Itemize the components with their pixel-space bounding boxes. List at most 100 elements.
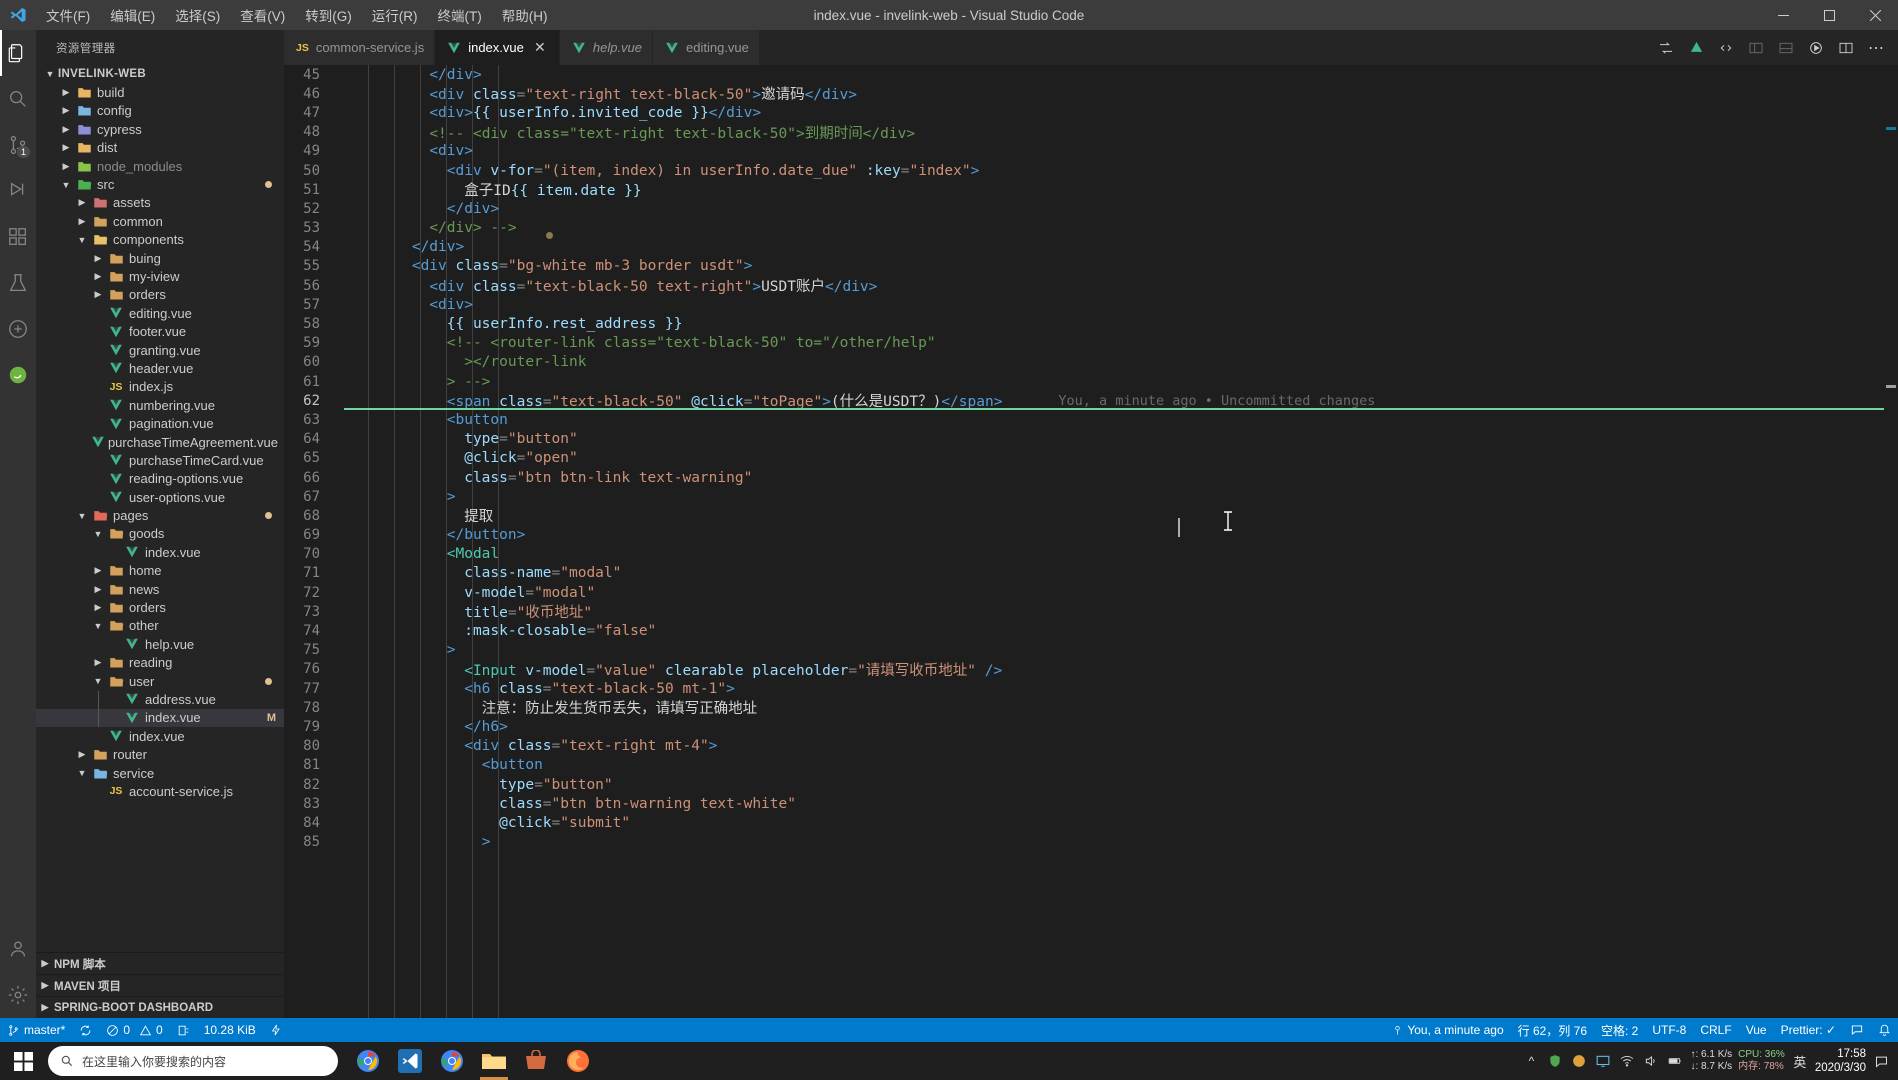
- tray-notifications-icon[interactable]: [1872, 1042, 1890, 1080]
- tree-item-user[interactable]: ▼ user: [36, 672, 284, 690]
- status-git-blame[interactable]: You, a minute ago: [1385, 1018, 1510, 1042]
- code-line-49[interactable]: 49 <div>: [284, 142, 1898, 161]
- code-line-56[interactable]: 56 <div class="text-black-50 text-right"…: [284, 276, 1898, 296]
- code-line-64[interactable]: 64 type="button": [284, 430, 1898, 449]
- code-line-71[interactable]: 71 class-name="modal": [284, 564, 1898, 583]
- code-line-65[interactable]: 65 @click="open": [284, 449, 1898, 468]
- code-line-84[interactable]: 84 @click="submit": [284, 813, 1898, 832]
- status-problems[interactable]: 0 0: [99, 1018, 169, 1042]
- code-line-76[interactable]: 76 <Input v-model="value" clearable plac…: [284, 660, 1898, 679]
- tree-item-purchasetimeagreement-vue[interactable]: purchaseTimeAgreement.vue: [36, 433, 284, 451]
- taskbar-search-input[interactable]: 在这里输入你要搜索的内容: [48, 1046, 338, 1076]
- tree-item-index-vue[interactable]: index.vue: [36, 543, 284, 561]
- tray-volume-icon[interactable]: [1642, 1042, 1660, 1080]
- extensions-icon[interactable]: [0, 214, 36, 260]
- split-left-icon[interactable]: [1742, 30, 1770, 65]
- tree-item-header-vue[interactable]: header.vue: [36, 359, 284, 377]
- code-line-77[interactable]: 77 <h6 class="text-black-50 mt-1">: [284, 679, 1898, 698]
- tray-expand-icon[interactable]: ^: [1522, 1042, 1540, 1080]
- start-button-icon[interactable]: [0, 1042, 46, 1080]
- code-line-57[interactable]: 57 <div>: [284, 295, 1898, 314]
- tree-item-granting-vue[interactable]: granting.vue: [36, 341, 284, 359]
- tree-item-account-service-js[interactable]: JS account-service.js: [36, 782, 284, 800]
- tree-item-reading[interactable]: ▶ reading: [36, 654, 284, 672]
- tree-root-invelink-web[interactable]: ▼ INVELINK-WEB: [36, 65, 284, 83]
- vetur-icon[interactable]: [1682, 30, 1710, 65]
- section-maven-projects[interactable]: ▶ MAVEN 项目: [36, 974, 284, 996]
- menu-terminal[interactable]: 终端(T): [428, 1, 492, 29]
- code-line-54[interactable]: 54 </div>: [284, 238, 1898, 257]
- tree-item-common[interactable]: ▶ common: [36, 212, 284, 230]
- code-line-61[interactable]: 61 > -->: [284, 372, 1898, 391]
- code-line-73[interactable]: 73 title="收币地址": [284, 602, 1898, 622]
- code-line-78[interactable]: 78 注意：防止发生货币丢失，请填写正确地址: [284, 698, 1898, 718]
- status-eol[interactable]: CRLF: [1693, 1018, 1738, 1042]
- status-cursor-position[interactable]: 行 62，列 76: [1511, 1018, 1594, 1042]
- taskbar-clock[interactable]: 17:58 2020/3/30: [1815, 1047, 1866, 1075]
- run-debug-icon[interactable]: [0, 168, 36, 214]
- code-line-63[interactable]: 63 <button: [284, 410, 1898, 429]
- tree-item-address-vue[interactable]: address.vue: [36, 690, 284, 708]
- status-feedback-icon[interactable]: [1843, 1018, 1871, 1042]
- open-changes-icon[interactable]: [1652, 30, 1680, 65]
- tree-item-purchasetimecard-vue[interactable]: purchaseTimeCard.vue: [36, 451, 284, 469]
- code-line-67[interactable]: 67 >: [284, 487, 1898, 506]
- tray-shield-icon[interactable]: [1546, 1042, 1564, 1080]
- taskbar-explorer-icon[interactable]: [474, 1042, 514, 1080]
- overview-ruler[interactable]: [1884, 65, 1898, 1018]
- code-line-72[interactable]: 72 v-model="modal": [284, 583, 1898, 602]
- code-line-47[interactable]: 47 <div>{{ userInfo.invited_code }}</div…: [284, 103, 1898, 122]
- maven-icon[interactable]: [0, 306, 36, 352]
- tray-battery-icon[interactable]: [1666, 1042, 1684, 1080]
- menu-file[interactable]: 文件(F): [36, 1, 100, 29]
- menu-help[interactable]: 帮助(H): [492, 1, 558, 29]
- code-line-70[interactable]: 70 <Modal: [284, 545, 1898, 564]
- status-sync[interactable]: [72, 1018, 99, 1042]
- code-line-62[interactable]: 62 <span class="text-black-50" @click="t…: [284, 391, 1898, 411]
- status-lightning[interactable]: [263, 1018, 289, 1042]
- code-scroll-area[interactable]: 45 </div> 46 <div class="text-right text-…: [284, 65, 1898, 1018]
- preview-icon[interactable]: [1712, 30, 1740, 65]
- tree-item-index-js[interactable]: JS index.js: [36, 378, 284, 396]
- status-file-size[interactable]: 10.28 KiB: [197, 1018, 263, 1042]
- split-down-icon[interactable]: [1772, 30, 1800, 65]
- tree-item-service[interactable]: ▼ service: [36, 764, 284, 782]
- section-npm-scripts[interactable]: ▶ NPM 脚本: [36, 952, 284, 974]
- code-line-52[interactable]: 52 </div>: [284, 199, 1898, 218]
- cpu-mem-indicator[interactable]: CPU: 36% 内存: 78%: [1738, 1049, 1785, 1073]
- taskbar-firefox-icon[interactable]: [558, 1042, 598, 1080]
- editor-tab-common-service-js[interactable]: JS common-service.js: [284, 30, 436, 65]
- code-line-79[interactable]: 79 </h6>: [284, 717, 1898, 736]
- tree-item-user-options-vue[interactable]: user-options.vue: [36, 488, 284, 506]
- code-line-51[interactable]: 51 盒子ID{{ item.date }}: [284, 180, 1898, 200]
- tree-item-index-vue[interactable]: index.vue M: [36, 708, 284, 728]
- code-line-46[interactable]: 46 <div class="text-right text-black-50"…: [284, 84, 1898, 104]
- settings-gear-icon[interactable]: [0, 972, 36, 1018]
- status-language-mode[interactable]: Vue: [1739, 1018, 1774, 1042]
- code-line-66[interactable]: 66 class="btn btn-link text-warning": [284, 468, 1898, 487]
- code-line-75[interactable]: 75 >: [284, 641, 1898, 660]
- accounts-icon[interactable]: [0, 926, 36, 972]
- more-actions-icon[interactable]: ⋯: [1862, 30, 1890, 65]
- maximize-button[interactable]: [1806, 0, 1852, 30]
- section-spring-boot-dashboard[interactable]: ▶ SPRING-BOOT DASHBOARD: [36, 996, 284, 1018]
- tree-item-config[interactable]: ▶ config: [36, 102, 284, 120]
- tree-item-assets[interactable]: ▶ assets: [36, 194, 284, 212]
- code-line-58[interactable]: 58 {{ userInfo.rest_address }}: [284, 314, 1898, 333]
- taskbar-vscode-icon[interactable]: [390, 1042, 430, 1080]
- status-notifications-bell-icon[interactable]: [1871, 1018, 1898, 1042]
- tree-item-goods[interactable]: ▼ goods: [36, 525, 284, 543]
- tray-monitor-icon[interactable]: [1594, 1042, 1612, 1080]
- status-ports[interactable]: [170, 1018, 197, 1042]
- code-line-81[interactable]: 81 <button: [284, 756, 1898, 775]
- tree-item-news[interactable]: ▶ news: [36, 580, 284, 598]
- code-line-60[interactable]: 60 ></router-link: [284, 353, 1898, 372]
- code-line-53[interactable]: 53 </div> -->: [284, 219, 1898, 238]
- tree-item-numbering-vue[interactable]: numbering.vue: [36, 396, 284, 414]
- run-icon[interactable]: [1802, 30, 1830, 65]
- code-line-50[interactable]: 50 <div v-for="(item, index) in userInfo…: [284, 161, 1898, 180]
- tree-item-my-iview[interactable]: ▶ my-iview: [36, 267, 284, 285]
- code-line-45[interactable]: 45 </div>: [284, 65, 1898, 84]
- testing-icon[interactable]: [0, 260, 36, 306]
- close-button[interactable]: [1852, 0, 1898, 30]
